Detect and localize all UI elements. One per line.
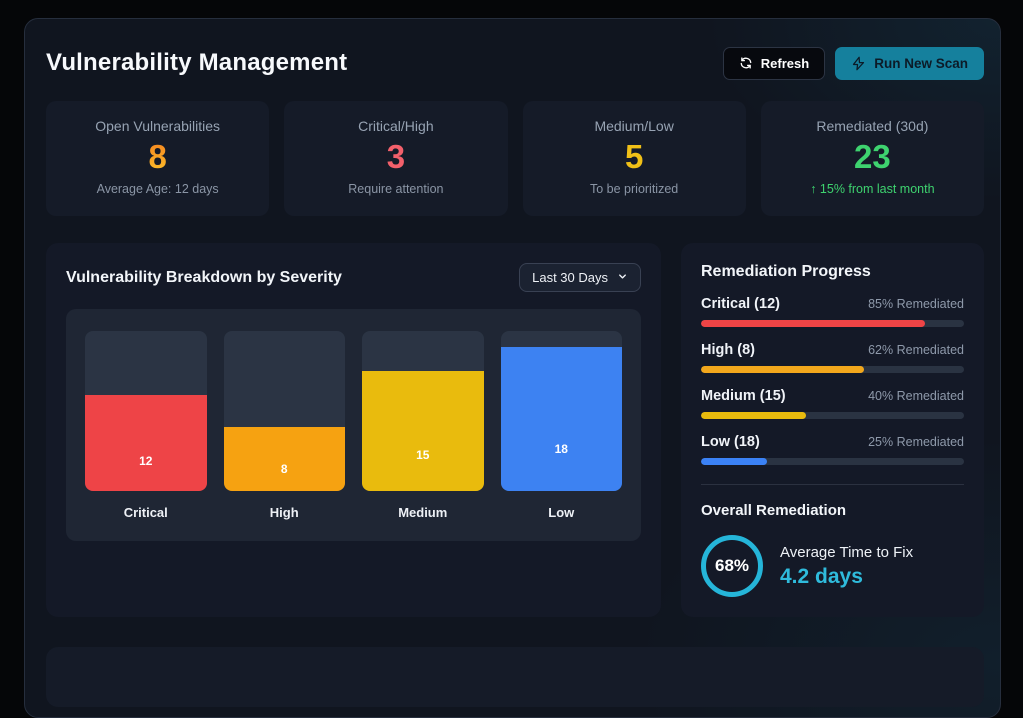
run-new-scan-label: Run New Scan: [874, 56, 968, 71]
avg-time-label: Average Time to Fix: [780, 544, 913, 561]
time-range-dropdown[interactable]: Last 30 Days: [519, 263, 641, 292]
progress-fill-low: [701, 458, 767, 465]
stat-value-remediated: 23: [761, 139, 984, 175]
progress-status: 25% Remediated: [868, 435, 964, 449]
page-title: Vulnerability Management: [46, 49, 347, 77]
bar-value: 12: [85, 454, 207, 468]
stat-card-critical-high: Critical/High 3 Require attention: [284, 101, 507, 216]
bar-high: 8: [224, 427, 346, 491]
stat-label: Remediated (30d): [761, 118, 984, 134]
progress-track: [701, 366, 964, 373]
progress-row-critical: Critical (12) 85% Remediated: [701, 296, 964, 327]
progress-row-high: High (8) 62% Remediated: [701, 342, 964, 373]
stat-value-medium-low: 5: [523, 139, 746, 175]
stat-trend: ↑ 15% from last month: [761, 182, 984, 196]
refresh-button-label: Refresh: [761, 56, 809, 71]
stat-value-open: 8: [148, 139, 166, 175]
progress-status: 85% Remediated: [868, 297, 964, 311]
stats-row: Open Vulnerabilities 8 Average Age: 12 d…: [46, 101, 984, 216]
stat-card-remediated: Remediated (30d) 23 ↑ 15% from last mont…: [761, 101, 984, 216]
overall-remediation-ring: 68%: [701, 535, 763, 597]
chart-title: Vulnerability Breakdown by Severity: [66, 269, 342, 287]
bar-label-critical: Critical: [85, 505, 207, 520]
progress-track: [701, 458, 964, 465]
bar-value: 8: [224, 462, 346, 476]
chart-card-header: Vulnerability Breakdown by Severity Last…: [66, 263, 641, 292]
severity-bar-chart: 12 8 15 18: [66, 309, 641, 541]
bar-value: 15: [362, 448, 484, 462]
stat-label: Critical/High: [284, 118, 507, 134]
bar-low: 18: [501, 347, 623, 491]
overall-remediation-row: 68% Average Time to Fix 4.2 days: [701, 535, 964, 597]
progress-track: [701, 412, 964, 419]
bar-track-medium: 15: [362, 331, 484, 491]
stat-sub: Require attention: [284, 182, 507, 196]
main-row: Vulnerability Breakdown by Severity Last…: [46, 243, 984, 616]
progress-row-medium: Medium (15) 40% Remediated: [701, 388, 964, 419]
bar-critical: 12: [85, 395, 207, 491]
progress-fill-critical: [701, 320, 925, 327]
stat-label: Open Vulnerabilities: [46, 118, 269, 134]
bar-labels-row: Critical High Medium Low: [85, 505, 622, 520]
time-range-value: Last 30 Days: [532, 270, 608, 285]
header-actions: Refresh Run New Scan: [723, 47, 984, 80]
bar-label-high: High: [224, 505, 346, 520]
lightning-icon: [851, 56, 866, 71]
avg-time-value: 4.2 days: [780, 565, 913, 589]
refresh-button[interactable]: Refresh: [723, 47, 825, 80]
progress-label: High (8): [701, 342, 755, 358]
stat-card-medium-low: Medium/Low 5 To be prioritized: [523, 101, 746, 216]
next-section-card: [46, 647, 984, 707]
bar-value: 18: [501, 442, 623, 456]
progress-label: Low (18): [701, 434, 760, 450]
progress-label: Medium (15): [701, 388, 786, 404]
progress-track: [701, 320, 964, 327]
progress-row-low: Low (18) 25% Remediated: [701, 434, 964, 465]
remediation-title: Remediation Progress: [701, 263, 964, 281]
stat-sub: To be prioritized: [523, 182, 746, 196]
bars-row: 12 8 15 18: [85, 331, 622, 491]
bar-medium: 15: [362, 371, 484, 491]
progress-status: 40% Remediated: [868, 389, 964, 403]
stat-value-critical-high: 3: [284, 139, 507, 175]
page-background: { "header": { "title": "Vulnerability Ma…: [0, 0, 1023, 657]
remediation-progress-card: Remediation Progress Critical (12) 85% R…: [681, 243, 984, 617]
bar-track-low: 18: [501, 331, 623, 491]
refresh-icon: [739, 56, 753, 70]
bar-track-high: 8: [224, 331, 346, 491]
progress-fill-medium: [701, 412, 806, 419]
avg-time-block: Average Time to Fix 4.2 days: [780, 544, 913, 589]
chevron-down-icon: [617, 270, 628, 285]
run-new-scan-button[interactable]: Run New Scan: [835, 47, 984, 80]
overall-remediation-title: Overall Remediation: [701, 502, 964, 519]
stat-label: Medium/Low: [523, 118, 746, 134]
stat-sub: Average Age: 12 days: [46, 182, 269, 196]
stat-card-open-vulnerabilities: Open Vulnerabilities 8 Average Age: 12 d…: [46, 101, 269, 216]
progress-fill-high: [701, 366, 864, 373]
progress-label: Critical (12): [701, 296, 780, 312]
divider: [701, 484, 964, 485]
bar-label-medium: Medium: [362, 505, 484, 520]
severity-chart-card: Vulnerability Breakdown by Severity Last…: [46, 243, 661, 617]
bar-track-critical: 12: [85, 331, 207, 491]
header: Vulnerability Management Refresh Run Ne: [46, 46, 984, 80]
bar-label-low: Low: [501, 505, 623, 520]
dashboard-container: Vulnerability Management Refresh Run Ne: [24, 18, 1001, 718]
progress-status: 62% Remediated: [868, 343, 964, 357]
